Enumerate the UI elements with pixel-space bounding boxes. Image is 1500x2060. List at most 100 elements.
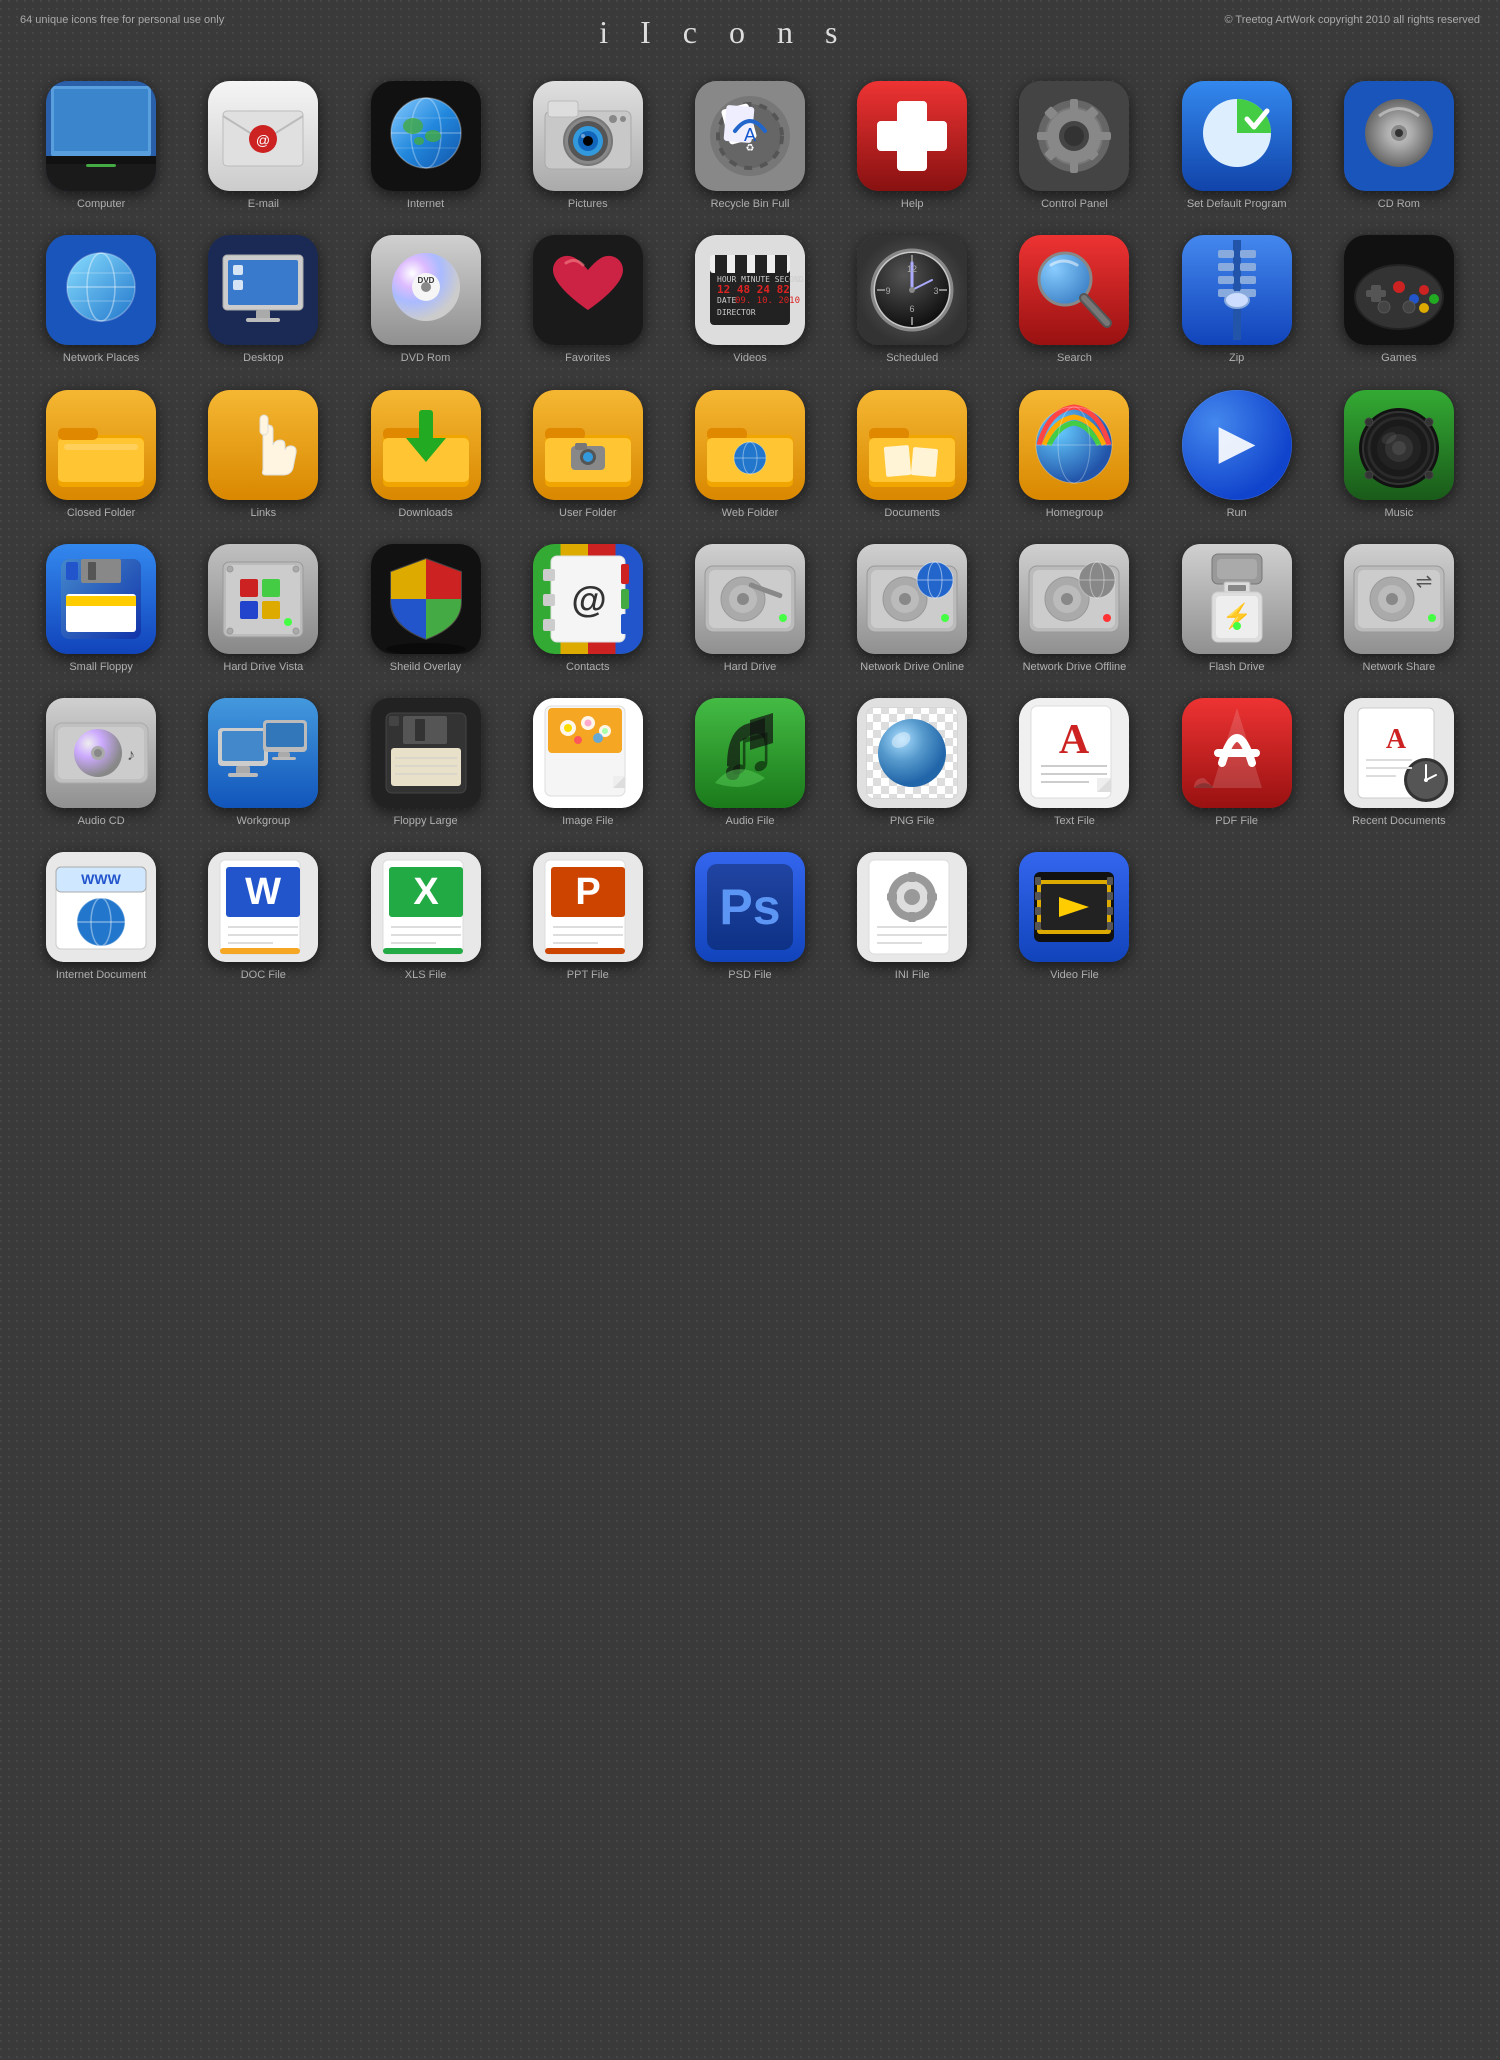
- icon-contacts[interactable]: @ Contacts: [507, 530, 669, 684]
- ini-file-label: INI File: [895, 968, 930, 982]
- icon-audio-cd[interactable]: ♪ Audio CD: [20, 684, 182, 838]
- icon-homegroup[interactable]: Homegroup: [993, 376, 1155, 530]
- shield-overlay-label: Sheild Overlay: [390, 660, 462, 674]
- icon-zip[interactable]: Zip: [1156, 221, 1318, 375]
- svg-text:DATE: DATE: [717, 296, 736, 305]
- icon-help[interactable]: Help: [831, 67, 993, 221]
- icon-internet[interactable]: Internet: [344, 67, 506, 221]
- floppy-large-label: Floppy Large: [393, 814, 457, 828]
- control-panel-label: Control Panel: [1041, 197, 1108, 211]
- icon-web-folder[interactable]: Web Folder: [669, 376, 831, 530]
- network-drive-offline-label: Network Drive Offline: [1023, 660, 1127, 674]
- icon-network-share[interactable]: ⇌ Network Share: [1318, 530, 1480, 684]
- cd-rom-label: CD Rom: [1378, 197, 1420, 211]
- audio-cd-label: Audio CD: [78, 814, 125, 828]
- icon-recent-documents[interactable]: A Recent Documents: [1318, 684, 1480, 838]
- icon-png-file[interactable]: PNG File: [831, 684, 993, 838]
- icon-closed-folder[interactable]: Closed Folder: [20, 376, 182, 530]
- icon-hard-drive[interactable]: Hard Drive: [669, 530, 831, 684]
- svg-text:Ps: Ps: [719, 879, 780, 935]
- pictures-label: Pictures: [568, 197, 608, 211]
- links-label: Links: [250, 506, 276, 520]
- email-label: E-mail: [248, 197, 279, 211]
- svg-text:▶: ▶: [1218, 416, 1255, 469]
- internet-document-label: Internet Document: [56, 968, 147, 982]
- help-label: Help: [901, 197, 924, 211]
- icon-scheduled[interactable]: 12 6 3 9 Scheduled: [831, 221, 993, 375]
- icon-text-file[interactable]: A Text File: [993, 684, 1155, 838]
- icon-recycle-bin-full[interactable]: ♻ A Recycle Bin Full: [669, 67, 831, 221]
- icon-user-folder[interactable]: User Folder: [507, 376, 669, 530]
- run-label: Run: [1227, 506, 1247, 520]
- icon-hard-drive-vista[interactable]: Hard Drive Vista: [182, 530, 344, 684]
- icon-set-default-program[interactable]: Set Default Program: [1156, 67, 1318, 221]
- icon-pictures[interactable]: Pictures: [507, 67, 669, 221]
- icon-flash-drive[interactable]: ⚡ Flash Drive: [1156, 530, 1318, 684]
- xls-file-label: XLS File: [405, 968, 447, 982]
- zip-label: Zip: [1229, 351, 1244, 365]
- icon-doc-file[interactable]: W DOC File: [182, 838, 344, 992]
- icon-links[interactable]: Links: [182, 376, 344, 530]
- icon-email[interactable]: @ E-mail: [182, 67, 344, 221]
- svg-text:A: A: [1386, 724, 1407, 755]
- workgroup-label: Workgroup: [237, 814, 291, 828]
- icon-dvd-rom[interactable]: DVD DVD Rom: [344, 221, 506, 375]
- svg-text:♪: ♪: [127, 747, 135, 764]
- icon-image-file[interactable]: Image File: [507, 684, 669, 838]
- closed-folder-label: Closed Folder: [67, 506, 135, 520]
- icon-downloads[interactable]: Downloads: [344, 376, 506, 530]
- icon-network-drive-online[interactable]: Network Drive Online: [831, 530, 993, 684]
- user-folder-label: User Folder: [559, 506, 616, 520]
- audio-file-label: Audio File: [726, 814, 775, 828]
- svg-text:W: W: [245, 871, 281, 913]
- icon-music[interactable]: Music: [1318, 376, 1480, 530]
- flash-drive-label: Flash Drive: [1209, 660, 1265, 674]
- icon-cd-rom[interactable]: CD Rom: [1318, 67, 1480, 221]
- icon-videos[interactable]: HOUR MINUTE SECOND 12 48 24 82 DATE 09. …: [669, 221, 831, 375]
- icon-favorites[interactable]: Favorites: [507, 221, 669, 375]
- network-share-label: Network Share: [1363, 660, 1436, 674]
- ppt-file-label: PPT File: [567, 968, 609, 982]
- icon-ini-file[interactable]: INI File: [831, 838, 993, 992]
- games-label: Games: [1381, 351, 1416, 365]
- icon-network-drive-offline[interactable]: Network Drive Offline: [993, 530, 1155, 684]
- svg-text:6: 6: [910, 304, 915, 314]
- icon-internet-document[interactable]: WWW Internet Document: [20, 838, 182, 992]
- icon-run[interactable]: ▶ Run: [1156, 376, 1318, 530]
- hard-drive-vista-label: Hard Drive Vista: [223, 660, 303, 674]
- svg-text:12: 12: [907, 264, 917, 274]
- icon-documents[interactable]: Documents: [831, 376, 993, 530]
- icon-audio-file[interactable]: ♫ Audio File: [669, 684, 831, 838]
- network-places-label: Network Places: [63, 351, 139, 365]
- icon-control-panel[interactable]: Control Panel: [993, 67, 1155, 221]
- computer-label: Computer: [77, 197, 125, 211]
- icon-search[interactable]: Search: [993, 221, 1155, 375]
- documents-label: Documents: [884, 506, 940, 520]
- svg-text:⇌: ⇌: [1415, 571, 1432, 593]
- downloads-label: Downloads: [398, 506, 452, 520]
- icon-workgroup[interactable]: Workgroup: [182, 684, 344, 838]
- icon-network-places[interactable]: Network Places: [20, 221, 182, 375]
- svg-text:P: P: [575, 871, 600, 913]
- contacts-label: Contacts: [566, 660, 609, 674]
- icon-computer[interactable]: Computer: [20, 67, 182, 221]
- icon-desktop[interactable]: Desktop: [182, 221, 344, 375]
- svg-text:WWW: WWW: [81, 871, 121, 887]
- icon-video-file[interactable]: Video File: [993, 838, 1155, 992]
- network-drive-online-label: Network Drive Online: [860, 660, 964, 674]
- web-folder-label: Web Folder: [722, 506, 779, 520]
- icon-floppy-large[interactable]: Floppy Large: [344, 684, 506, 838]
- icon-games[interactable]: Games: [1318, 221, 1480, 375]
- svg-text:A: A: [1059, 717, 1090, 763]
- icon-xls-file[interactable]: X XLS File: [344, 838, 506, 992]
- icon-pdf-file[interactable]: PDF File: [1156, 684, 1318, 838]
- icon-small-floppy[interactable]: Small Floppy: [20, 530, 182, 684]
- header: 64 unique icons free for personal use on…: [0, 0, 1500, 57]
- set-default-program-label: Set Default Program: [1187, 197, 1287, 211]
- psd-file-label: PSD File: [728, 968, 771, 982]
- icon-ppt-file[interactable]: P PPT File: [507, 838, 669, 992]
- scheduled-label: Scheduled: [886, 351, 938, 365]
- videos-label: Videos: [733, 351, 766, 365]
- icon-shield-overlay[interactable]: Sheild Overlay: [344, 530, 506, 684]
- icon-psd-file[interactable]: Ps PSD File: [669, 838, 831, 992]
